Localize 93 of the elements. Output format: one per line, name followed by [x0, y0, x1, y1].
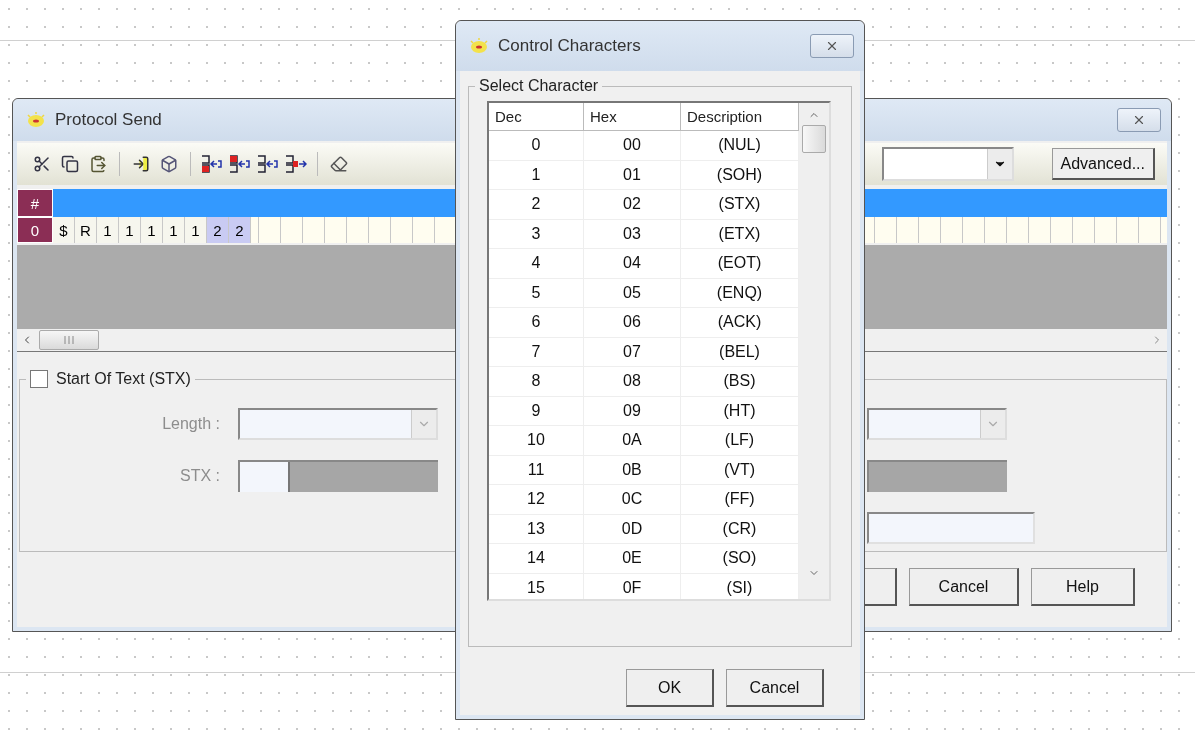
- table-cell: 11: [489, 455, 584, 485]
- table-cell: 06: [584, 308, 681, 338]
- list-row[interactable]: 2 02 (STX): [489, 190, 799, 220]
- window-title: Protocol Send: [55, 110, 162, 130]
- dropdown[interactable]: [867, 408, 1007, 440]
- table-cell: 0E: [584, 544, 681, 574]
- table-cell: 03: [584, 219, 681, 249]
- input-field[interactable]: [867, 512, 1035, 544]
- list-row[interactable]: 11 0B (VT): [489, 455, 799, 485]
- list-row[interactable]: 14 0E (SO): [489, 544, 799, 574]
- field[interactable]: [867, 460, 1007, 492]
- list-row[interactable]: 9 09 (HT): [489, 396, 799, 426]
- list-row[interactable]: 3 03 (ETX): [489, 219, 799, 249]
- table-cell: 00: [584, 131, 681, 161]
- table-cell: 13: [489, 514, 584, 544]
- cancel-button[interactable]: Cancel: [909, 568, 1019, 606]
- list-row[interactable]: 12 0C (FF): [489, 485, 799, 515]
- table-cell: 01: [584, 160, 681, 190]
- table-cell: 3: [489, 219, 584, 249]
- sun-icon: [25, 111, 47, 129]
- table-cell: 0A: [584, 426, 681, 456]
- close-button[interactable]: [1117, 108, 1161, 132]
- table-cell: 0B: [584, 455, 681, 485]
- close-button[interactable]: [810, 34, 854, 58]
- copy-icon[interactable]: [59, 153, 81, 175]
- table-cell: 08: [584, 367, 681, 397]
- vertical-scrollbar[interactable]: [799, 103, 829, 599]
- grid-cell[interactable]: R: [75, 217, 97, 243]
- ok-button[interactable]: OK: [626, 669, 714, 707]
- table-cell: 7: [489, 337, 584, 367]
- table-cell: 07: [584, 337, 681, 367]
- grid-cell[interactable]: 2: [229, 217, 251, 243]
- table-cell: 15: [489, 573, 584, 599]
- scrollbar-thumb[interactable]: [802, 125, 826, 153]
- close-icon: [1132, 113, 1146, 127]
- table-cell: 02: [584, 190, 681, 220]
- table-cell: 9: [489, 396, 584, 426]
- row-header: 0: [17, 217, 53, 243]
- table-cell: 1: [489, 160, 584, 190]
- grid-cell[interactable]: $: [53, 217, 75, 243]
- list-row[interactable]: 10 0A (LF): [489, 426, 799, 456]
- table-cell: 6: [489, 308, 584, 338]
- append-icon[interactable]: [285, 153, 307, 175]
- stx-label: STX :: [180, 467, 220, 485]
- table-cell: 8: [489, 367, 584, 397]
- grid-cell[interactable]: 1: [185, 217, 207, 243]
- column-header: #: [17, 189, 53, 217]
- dialog-title: Control Characters: [498, 36, 641, 56]
- grid-cell[interactable]: 1: [163, 217, 185, 243]
- table-cell: 0C: [584, 485, 681, 515]
- scrollbar-thumb[interactable]: [39, 330, 99, 350]
- dropdown[interactable]: [881, 147, 1014, 181]
- table-cell: 14: [489, 544, 584, 574]
- list-row[interactable]: 7 07 (BEL): [489, 337, 799, 367]
- stx-field[interactable]: [238, 460, 438, 492]
- column-header[interactable]: Hex: [584, 103, 681, 131]
- table-cell: 4: [489, 249, 584, 279]
- list-row[interactable]: 8 08 (BS): [489, 367, 799, 397]
- grid-cell[interactable]: 1: [141, 217, 163, 243]
- length-label: Length :: [162, 415, 220, 433]
- table-cell: 0F: [584, 573, 681, 599]
- table-cell: 5: [489, 278, 584, 308]
- cancel-button[interactable]: Cancel: [726, 669, 824, 707]
- table-cell: 2: [489, 190, 584, 220]
- table-cell: 0D: [584, 514, 681, 544]
- list-row[interactable]: 4 04 (EOT): [489, 249, 799, 279]
- table-cell: 10: [489, 426, 584, 456]
- list-row[interactable]: 6 06 (ACK): [489, 308, 799, 338]
- table-cell: 05: [584, 278, 681, 308]
- advanced-button[interactable]: Advanced...: [1051, 148, 1155, 180]
- table-cell: 04: [584, 249, 681, 279]
- grid-cell[interactable]: 1: [97, 217, 119, 243]
- column-header[interactable]: Description: [681, 103, 799, 131]
- checkbox-label: Start Of Text (STX): [56, 370, 191, 388]
- insert-icon[interactable]: [229, 153, 251, 175]
- grid-cell[interactable]: 1: [119, 217, 141, 243]
- list-row[interactable]: 5 05 (ENQ): [489, 278, 799, 308]
- list-row[interactable]: 0 00 (NUL): [489, 131, 799, 161]
- insert-icon[interactable]: [257, 153, 279, 175]
- help-button[interactable]: Help: [1031, 568, 1135, 606]
- eraser-icon[interactable]: [328, 153, 350, 175]
- insert-icon[interactable]: [201, 153, 223, 175]
- list-row[interactable]: 13 0D (CR): [489, 514, 799, 544]
- list-row[interactable]: 1 01 (SOH): [489, 160, 799, 190]
- group-label: Select Character: [478, 77, 600, 95]
- column-header[interactable]: Dec: [489, 103, 584, 131]
- table-cell: 0: [489, 131, 584, 161]
- table-cell: 09: [584, 396, 681, 426]
- grid-cell[interactable]: 2: [207, 217, 229, 243]
- close-icon: [825, 39, 839, 53]
- table-cell: 12: [489, 485, 584, 515]
- sun-icon: [468, 37, 490, 55]
- length-dropdown[interactable]: [238, 408, 438, 440]
